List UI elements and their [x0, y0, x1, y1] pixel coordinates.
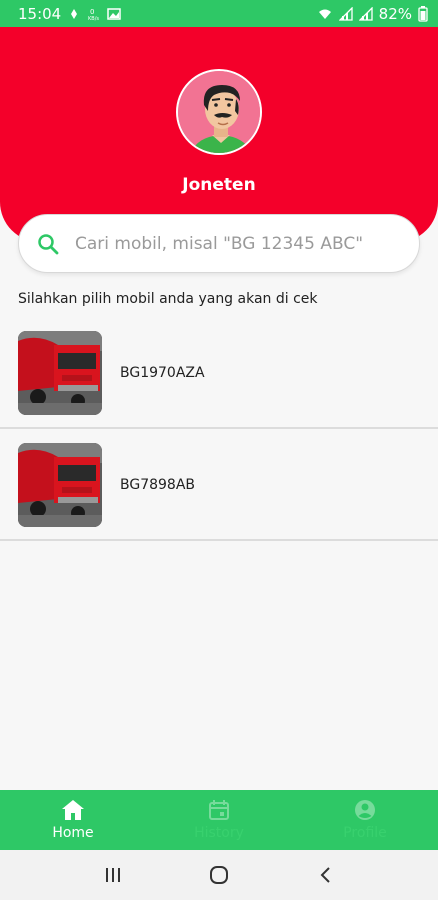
back-icon	[320, 867, 330, 883]
recent-apps-button[interactable]	[93, 860, 133, 890]
car-list-item[interactable]: BG7898AB	[0, 430, 438, 541]
nav-history-label: History	[194, 825, 244, 841]
search-icon	[38, 233, 59, 254]
search-input[interactable]	[75, 233, 385, 254]
signal-icon-2	[358, 6, 373, 21]
nav-profile[interactable]: Profile	[292, 790, 438, 850]
system-navigation-bar	[0, 850, 438, 900]
profile-header: Joneten	[0, 27, 438, 242]
image-icon	[107, 7, 121, 20]
svg-text:KB/s: KB/s	[88, 16, 99, 21]
data-speed-icon: 0KB/s	[88, 8, 99, 21]
nav-profile-label: Profile	[343, 825, 387, 841]
red-truck-icon	[18, 330, 102, 415]
user-name: Joneten	[182, 175, 256, 195]
truck-thumbnail	[18, 330, 102, 415]
status-right: 82%	[317, 5, 428, 23]
car-plate: BG1970AZA	[120, 364, 205, 381]
status-time: 15:04	[18, 4, 62, 23]
bottom-navigation: Home History Profile	[0, 790, 438, 850]
car-list-item[interactable]: BG1970AZA	[0, 318, 438, 429]
wifi-icon	[318, 9, 331, 19]
nav-history[interactable]: History	[146, 790, 292, 850]
calendar-icon	[209, 800, 229, 820]
search-box[interactable]	[18, 214, 420, 273]
nav-home-label: Home	[52, 825, 94, 841]
nav-home[interactable]: Home	[0, 790, 146, 850]
home-button[interactable]	[199, 860, 239, 890]
back-button[interactable]	[305, 860, 345, 890]
home-circle-icon	[210, 866, 228, 884]
car-plate: BG7898AB	[120, 476, 196, 493]
battery-icon	[418, 5, 428, 22]
instruction-text: Silahkan pilih mobil anda yang akan di c…	[18, 291, 318, 307]
signal-icon-1	[338, 6, 353, 21]
status-left: 15:04 0 KB/s	[18, 5, 121, 23]
avatar	[176, 69, 262, 155]
red-truck-icon	[18, 442, 102, 527]
notification-icon	[71, 8, 78, 19]
avatar-illustration	[178, 71, 260, 153]
truck-thumbnail	[18, 442, 102, 527]
status-bar: 15:04 0 KB/s 82%	[0, 0, 438, 27]
battery-percent: 82%	[378, 4, 412, 23]
home-icon	[62, 800, 84, 820]
profile-icon	[355, 800, 375, 820]
recent-apps-icon	[106, 868, 120, 882]
svg-text:0: 0	[90, 8, 94, 16]
